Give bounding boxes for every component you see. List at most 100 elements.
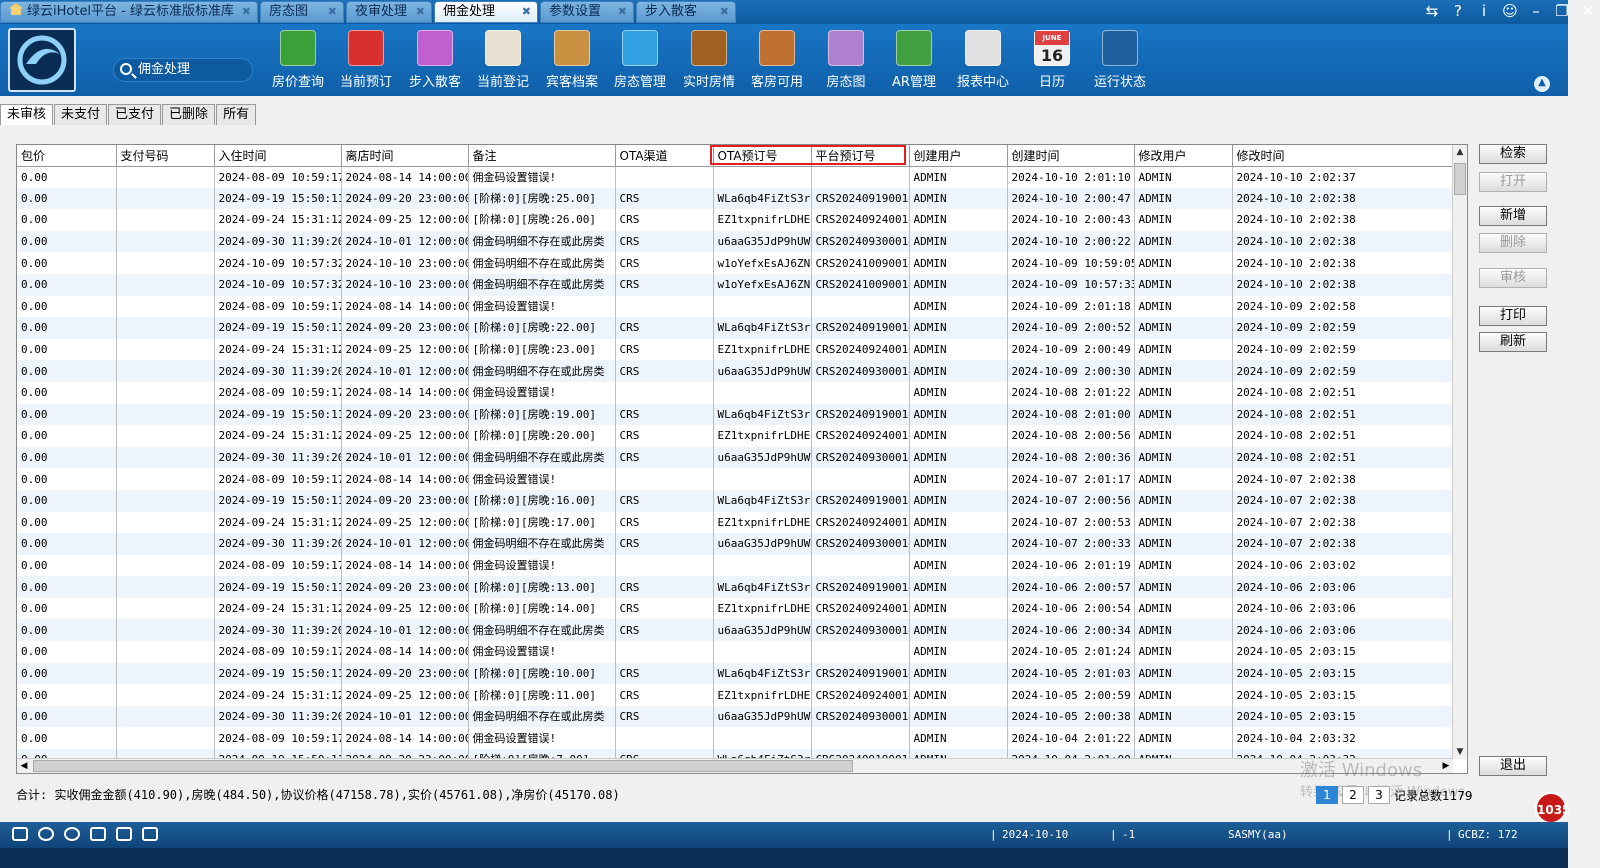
close-tab-icon[interactable]: ✖ — [242, 2, 251, 22]
toolbar-button[interactable]: 客房可用 — [745, 30, 809, 90]
table-row[interactable]: 0.00 2024-09-30 11:39:20 2024-10-01 12:00:… — [17, 533, 1453, 555]
toolbar-button[interactable]: 报表中心 — [951, 30, 1015, 90]
filter-tab[interactable]: 已删除 — [162, 104, 216, 125]
column-header[interactable]: 备注 — [468, 145, 616, 167]
table-row[interactable]: 0.00 2024-08-09 10:59:17 2024-08-14 14:00:… — [17, 381, 1453, 404]
gear-icon[interactable] — [116, 827, 132, 841]
toolbar-button[interactable]: 房态管理 — [608, 30, 672, 90]
scroll-down-icon[interactable]: ▼ — [1453, 745, 1467, 759]
close-tab-icon[interactable]: ✖ — [522, 2, 531, 22]
filter-tab[interactable]: 未审核 — [0, 104, 54, 125]
close-tab-icon[interactable]: ✖ — [720, 2, 729, 22]
table-row[interactable]: 0.00 2024-08-09 10:59:17 2024-08-14 14:00:… — [17, 166, 1453, 188]
table-row[interactable]: 0.00 2024-08-09 10:59:17 2024-08-14 14:00:… — [17, 295, 1453, 318]
side-button[interactable]: 检索 — [1479, 144, 1547, 164]
filter-tab[interactable]: 未支付 — [54, 104, 108, 125]
table-row[interactable]: 0.00 2024-09-30 11:39:20 2024-10-01 12:00:… — [17, 230, 1453, 253]
minimize-icon[interactable]: – — [1524, 0, 1548, 22]
table-row[interactable]: 0.00 2024-09-30 11:39:20 2024-10-01 12:00:… — [17, 705, 1453, 728]
transfer-icon[interactable]: ⇆ — [1420, 0, 1444, 22]
table-row[interactable]: 0.00 2024-09-19 15:50:112024-09-20 23:00:… — [17, 317, 1453, 339]
title-tab[interactable]: 夜审处理 ✖ — [346, 1, 432, 23]
toolbar-button[interactable]: 当前登记 — [471, 30, 535, 90]
filter-tab[interactable]: 已支付 — [108, 104, 162, 125]
table-row[interactable]: 0.00 2024-09-24 15:31:12 2024-09-25 12:00:… — [17, 597, 1453, 620]
scroll-thumb[interactable] — [1454, 163, 1466, 195]
table-row[interactable]: 0.00 2024-09-24 15:31:12 2024-09-25 12:00:… — [17, 425, 1453, 447]
side-button[interactable]: 退出 — [1479, 756, 1547, 776]
info-icon[interactable]: i — [1472, 0, 1496, 22]
restore-icon[interactable]: ❐ — [1550, 0, 1574, 22]
column-header[interactable]: OTA渠道 — [615, 145, 714, 167]
clock-icon[interactable] — [64, 827, 80, 841]
vertical-scrollbar[interactable]: ▲ ▼ — [1452, 145, 1467, 759]
table-row[interactable]: 0.00 2024-09-24 15:31:12 2024-09-25 12:00:… — [17, 684, 1453, 706]
side-button[interactable]: 打印 — [1479, 306, 1547, 326]
scroll-up-icon[interactable]: ▲ — [1453, 145, 1467, 159]
module-search-input[interactable]: 佣金处理 — [113, 58, 253, 82]
title-tab[interactable]: 参数设置 ✖ — [540, 1, 634, 23]
column-header[interactable]: 修改用户 — [1134, 145, 1233, 167]
column-header[interactable]: 修改时间 — [1232, 145, 1453, 167]
table-row[interactable]: 0.00 2024-09-30 11:39:20 2024-10-01 12:00:… — [17, 360, 1453, 382]
table-row[interactable]: 0.00 2024-10-09 10:57:32 2024-10-10 23:00:… — [17, 252, 1453, 274]
page-button[interactable]: 2 — [1342, 786, 1364, 804]
toolbar-button[interactable]: 运行状态 — [1088, 30, 1152, 90]
user-icon[interactable]: ☺ — [1498, 0, 1522, 22]
horizontal-scrollbar[interactable]: ◀ ▶ — [17, 758, 1453, 773]
fullscreen-icon[interactable] — [142, 827, 158, 841]
table-row[interactable]: 0.00 2024-09-19 15:50:112024-09-20 23:00:… — [17, 403, 1453, 426]
table-row[interactable]: 0.00 2024-09-24 15:31:12 2024-09-25 12:00:… — [17, 511, 1453, 534]
title-tab[interactable]: 绿云iHotel平台 - 绿云标准版标准库 ✖ — [0, 1, 258, 23]
page-button[interactable]: 3 — [1368, 786, 1390, 804]
title-tab[interactable]: 步入散客 ✖ — [636, 1, 736, 23]
column-header[interactable]: 创建时间 — [1007, 145, 1135, 167]
help-icon[interactable]: ? — [1446, 0, 1470, 22]
notification-badge[interactable]: 1035 — [1535, 792, 1570, 824]
toolbar-button[interactable]: AR管理 — [882, 30, 946, 90]
column-header[interactable]: 创建用户 — [909, 145, 1008, 167]
column-header[interactable]: 平台预订号 — [811, 145, 910, 167]
column-header[interactable]: 支付号码 — [116, 145, 215, 167]
column-header[interactable]: OTA预订号 — [713, 145, 812, 167]
table-row[interactable]: 0.00 2024-09-19 15:50:112024-09-20 23:00:… — [17, 576, 1453, 598]
close-icon[interactable]: ✕ — [1576, 0, 1600, 22]
table-row[interactable]: 0.00 2024-09-19 15:50:112024-09-20 23:00:… — [17, 187, 1453, 210]
toolbar-button[interactable]: 当前预订 — [334, 30, 398, 90]
table-row[interactable]: 0.00 2024-08-09 10:59:17 2024-08-14 14:00:… — [17, 468, 1453, 490]
toolbar-button[interactable]: JUNE 16 日历 — [1020, 30, 1084, 90]
title-tab[interactable]: 房态图 ✖ — [260, 1, 344, 23]
table-row[interactable]: 0.00 2024-09-19 15:50:112024-09-20 23:00:… — [17, 662, 1453, 685]
title-tab[interactable]: 佣金处理 ✖ — [434, 1, 538, 23]
toolbar-button[interactable]: 实时房情 — [677, 30, 741, 90]
side-button[interactable]: 新增 — [1479, 206, 1547, 226]
table-row[interactable]: 0.00 2024-08-09 10:59:17 2024-08-14 14:00:… — [17, 554, 1453, 577]
close-tab-icon[interactable]: ✖ — [328, 2, 337, 22]
collapse-toolbar-icon[interactable]: ▲ — [1534, 76, 1550, 92]
column-header[interactable]: 包价 — [17, 145, 117, 167]
eye-icon[interactable] — [38, 827, 54, 841]
table-row[interactable]: 0.00 2024-08-09 10:59:17 2024-08-14 14:00:… — [17, 727, 1453, 750]
filter-tab[interactable]: 所有 — [216, 104, 257, 125]
table-row[interactable]: 0.00 2024-09-19 15:50:112024-09-20 23:00:… — [17, 489, 1453, 512]
page-button[interactable]: 1 — [1316, 786, 1338, 804]
table-row[interactable]: 0.00 2024-10-09 10:57:32 2024-10-10 23:00:… — [17, 273, 1453, 296]
table-row[interactable]: 0.00 2024-08-09 10:59:17 2024-08-14 14:00:… — [17, 641, 1453, 663]
document-icon[interactable] — [90, 827, 106, 841]
hscroll-thumb[interactable] — [33, 760, 853, 772]
toolbar-button[interactable]: 房态图 — [814, 30, 878, 90]
toolbar-button[interactable]: 步入散客 — [403, 30, 467, 90]
table-row[interactable]: 0.00 2024-09-30 11:39:20 2024-10-01 12:00:… — [17, 446, 1453, 469]
column-header[interactable]: 入住时间 — [214, 145, 342, 167]
table-row[interactable]: 0.00 2024-09-24 15:31:12 2024-09-25 12:00:… — [17, 338, 1453, 361]
close-tab-icon[interactable]: ✖ — [416, 2, 425, 22]
scroll-left-icon[interactable]: ◀ — [17, 759, 31, 773]
table-row[interactable]: 0.00 2024-09-30 11:39:20 2024-10-01 12:00:… — [17, 619, 1453, 642]
toolbar-button[interactable]: 房价查询 — [266, 30, 330, 90]
table-row[interactable]: 0.00 2024-09-24 15:31:12 2024-09-25 12:00:… — [17, 209, 1453, 231]
column-header[interactable]: 离店时间 — [341, 145, 469, 167]
mail-icon[interactable] — [12, 827, 28, 841]
side-button[interactable]: 刷新 — [1479, 332, 1547, 352]
close-tab-icon[interactable]: ✖ — [618, 2, 627, 22]
toolbar-button[interactable]: 宾客档案 — [540, 30, 604, 90]
